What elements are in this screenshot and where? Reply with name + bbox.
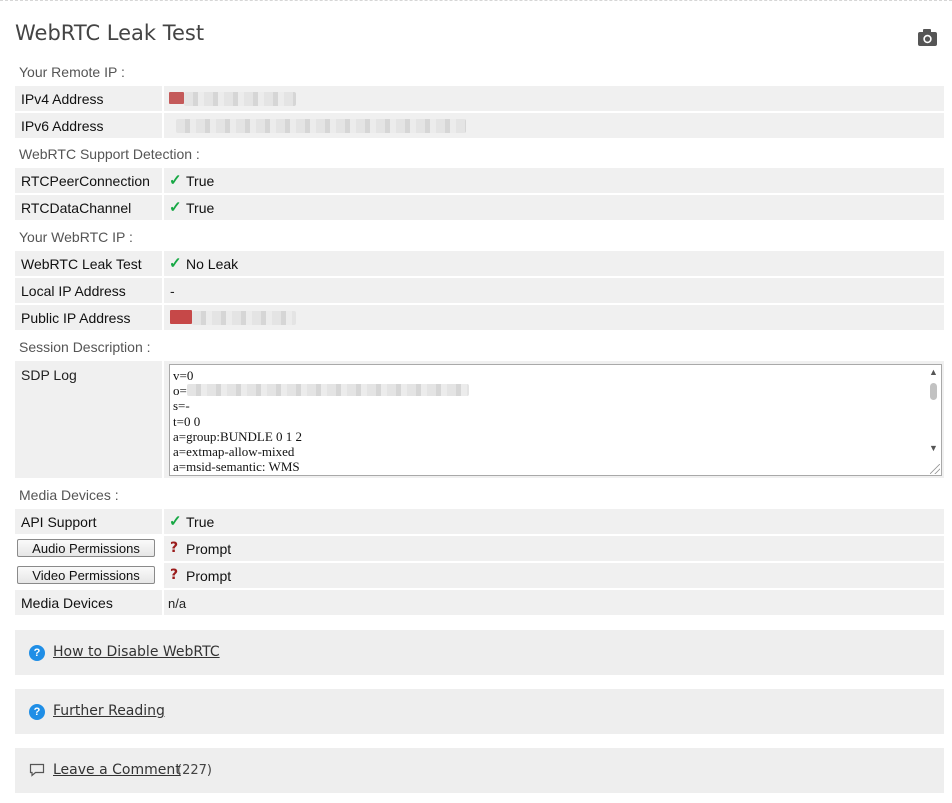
question-icon: ? (170, 567, 179, 583)
ipv6-row: IPv6 Address (15, 113, 944, 138)
sdp-line: a=extmap-allow-mixed (173, 443, 295, 459)
check-icon: ✓ (169, 255, 182, 272)
sdp-line: s=- (173, 398, 190, 414)
scroll-up-icon[interactable]: ▲ (929, 367, 938, 377)
check-icon: ✓ (169, 513, 182, 530)
remote-ip-heading: Your Remote IP : (19, 64, 125, 80)
local-ip-label: Local IP Address (21, 283, 126, 299)
leak-test-row: WebRTC Leak Test ✓ No Leak (15, 251, 944, 276)
rtcpeerconnection-value: True (186, 173, 215, 189)
public-ip-label: Public IP Address (21, 310, 131, 326)
webrtc-ip-heading: Your WebRTC IP : (19, 229, 133, 245)
rtcdatachannel-row: RTCDataChannel ✓ True (15, 195, 944, 220)
api-support-value: True (186, 514, 215, 530)
sdp-log-textarea[interactable]: v=0 o= s=- t=0 0 a=group:BUNDLE 0 1 2 a=… (169, 364, 942, 476)
public-ip-row: Public IP Address (15, 305, 944, 330)
redacted-ipv6 (176, 119, 466, 133)
local-ip-value: - (170, 283, 175, 299)
rtcdatachannel-value: True (186, 200, 215, 216)
help-icon: ? (29, 645, 45, 661)
video-permissions-row: Video Permissions ? Prompt (15, 563, 944, 588)
comment-count: (227) (177, 763, 212, 778)
camera-icon[interactable] (917, 28, 938, 47)
media-devices-row: Media Devices n/a (15, 590, 944, 615)
leave-comment-link[interactable]: Leave a Comment (53, 762, 181, 778)
ipv6-label: IPv6 Address (21, 118, 104, 134)
top-dashed-border (0, 0, 952, 1)
rtcpeerconnection-label: RTCPeerConnection (21, 173, 150, 189)
redacted-origin (187, 384, 469, 397)
disable-webrtc-panel[interactable]: ? How to Disable WebRTC (15, 630, 944, 675)
check-icon: ✓ (169, 172, 182, 189)
session-heading: Session Description : (19, 339, 151, 355)
sdp-line: v=0 (173, 368, 194, 383)
ipv4-label: IPv4 Address (21, 91, 104, 107)
audio-permissions-button[interactable]: Audio Permissions (17, 539, 155, 557)
rtcpeerconnection-row: RTCPeerConnection ✓ True (15, 168, 944, 193)
sdp-line: a=msid-semantic: WMS (173, 459, 300, 475)
help-icon: ? (29, 704, 45, 720)
api-support-row: API Support ✓ True (15, 509, 944, 534)
audio-permissions-value: Prompt (186, 541, 232, 557)
sdp-line: o= (173, 383, 469, 398)
flag-icon (170, 310, 192, 324)
video-permissions-value: Prompt (186, 568, 232, 584)
media-devices-value: n/a (168, 596, 187, 611)
sdp-line: a=group:BUNDLE 0 1 2 (173, 428, 303, 444)
resize-handle-icon[interactable] (930, 464, 940, 474)
sdp-scrollbar[interactable]: ▲ ▼ (926, 365, 941, 475)
media-devices-label: Media Devices (21, 595, 113, 611)
page-title: WebRTC Leak Test (15, 21, 205, 45)
comment-icon (29, 763, 45, 777)
leak-test-value: No Leak (186, 256, 239, 272)
further-reading-panel[interactable]: ? Further Reading (15, 689, 944, 734)
rtcdatachannel-label: RTCDataChannel (21, 200, 132, 216)
sdp-lines: v=0 o= s=- t=0 0 a=group:BUNDLE 0 1 2 a=… (173, 368, 469, 475)
further-reading-link[interactable]: Further Reading (53, 703, 165, 719)
sdp-label: SDP Log (21, 367, 77, 383)
scroll-down-icon[interactable]: ▼ (929, 443, 938, 453)
disable-webrtc-link[interactable]: How to Disable WebRTC (53, 644, 220, 660)
question-icon: ? (170, 540, 179, 556)
media-heading: Media Devices : (19, 487, 119, 503)
comment-panel[interactable]: Leave a Comment (227) (15, 748, 944, 793)
video-permissions-button[interactable]: Video Permissions (17, 566, 155, 584)
redacted-ipv4 (184, 92, 296, 106)
scroll-thumb[interactable] (930, 383, 937, 400)
support-heading: WebRTC Support Detection : (19, 146, 200, 162)
sdp-row: SDP Log v=0 o= s=- t=0 0 a=group:BUNDLE … (15, 361, 944, 478)
local-ip-row: Local IP Address - (15, 278, 944, 303)
ipv4-row: IPv4 Address (15, 86, 944, 111)
redacted-public-ip (192, 311, 296, 325)
leak-test-label: WebRTC Leak Test (21, 256, 142, 272)
redacted-flag (169, 92, 184, 104)
audio-permissions-row: Audio Permissions ? Prompt (15, 536, 944, 561)
api-support-label: API Support (21, 514, 97, 530)
check-icon: ✓ (169, 199, 182, 216)
sdp-line: t=0 0 (173, 413, 201, 429)
